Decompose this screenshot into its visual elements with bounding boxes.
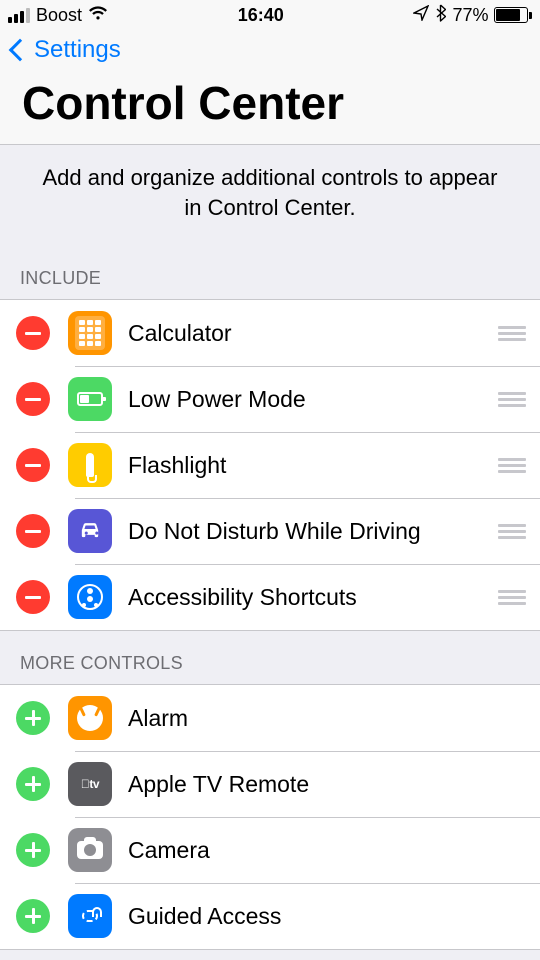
control-row: Do Not Disturb While Driving <box>0 498 540 564</box>
page-title: Control Center <box>0 64 540 144</box>
reorder-handle[interactable] <box>496 524 526 539</box>
battery-icon <box>68 377 112 421</box>
include-list: Calculator Low Power Mode Flashlight Do Not… <box>0 299 540 631</box>
reorder-handle[interactable] <box>496 392 526 407</box>
add-button[interactable] <box>16 701 50 735</box>
control-row: Flashlight <box>0 432 540 498</box>
clock-icon <box>68 696 112 740</box>
carrier-label: Boost <box>36 5 82 26</box>
more-list: Alarm tv Apple TV Remote Camera Guided Acce… <box>0 684 540 950</box>
reorder-handle[interactable] <box>496 326 526 341</box>
section-header-more: MORE CONTROLS <box>0 631 540 684</box>
back-label: Settings <box>34 36 121 64</box>
calculator-icon <box>68 311 112 355</box>
chevron-left-icon <box>9 39 32 62</box>
bluetooth-icon <box>435 4 446 27</box>
battery-pct: 77% <box>452 5 488 26</box>
status-left: Boost <box>8 5 108 26</box>
control-label: Alarm <box>128 705 526 732</box>
tv-icon: tv <box>68 762 112 806</box>
control-row: tv Apple TV Remote <box>0 751 540 817</box>
remove-button[interactable] <box>16 514 50 548</box>
flashlight-icon <box>68 443 112 487</box>
wifi-icon <box>88 5 108 26</box>
remove-button[interactable] <box>16 316 50 350</box>
page-description: Add and organize additional controls to … <box>0 144 540 246</box>
accessibility-icon <box>68 575 112 619</box>
guided-icon <box>68 894 112 938</box>
camera-icon <box>68 828 112 872</box>
remove-button[interactable] <box>16 580 50 614</box>
section-header-include: INCLUDE <box>0 246 540 299</box>
control-label: Low Power Mode <box>128 386 496 413</box>
control-label: Calculator <box>128 320 496 347</box>
control-row: Camera <box>0 817 540 883</box>
battery-icon <box>494 7 532 23</box>
reorder-handle[interactable] <box>496 590 526 605</box>
control-row: Calculator <box>0 300 540 366</box>
signal-icon <box>8 8 30 23</box>
add-button[interactable] <box>16 899 50 933</box>
remove-button[interactable] <box>16 448 50 482</box>
car-icon <box>68 509 112 553</box>
control-row: Low Power Mode <box>0 366 540 432</box>
control-label: Apple TV Remote <box>128 771 526 798</box>
add-button[interactable] <box>16 833 50 867</box>
back-button[interactable]: Settings <box>2 36 121 64</box>
location-icon <box>413 5 429 26</box>
control-row: Guided Access <box>0 883 540 949</box>
control-label: Guided Access <box>128 903 526 930</box>
status-time: 16:40 <box>238 5 284 26</box>
control-label: Camera <box>128 837 526 864</box>
control-label: Do Not Disturb While Driving <box>128 518 496 545</box>
status-right: 77% <box>413 4 532 27</box>
remove-button[interactable] <box>16 382 50 416</box>
control-label: Accessibility Shortcuts <box>128 584 496 611</box>
control-row: Accessibility Shortcuts <box>0 564 540 630</box>
nav-bar: Settings <box>0 30 540 64</box>
add-button[interactable] <box>16 767 50 801</box>
reorder-handle[interactable] <box>496 458 526 473</box>
control-label: Flashlight <box>128 452 496 479</box>
status-bar: Boost 16:40 77% <box>0 0 540 30</box>
control-row: Alarm <box>0 685 540 751</box>
